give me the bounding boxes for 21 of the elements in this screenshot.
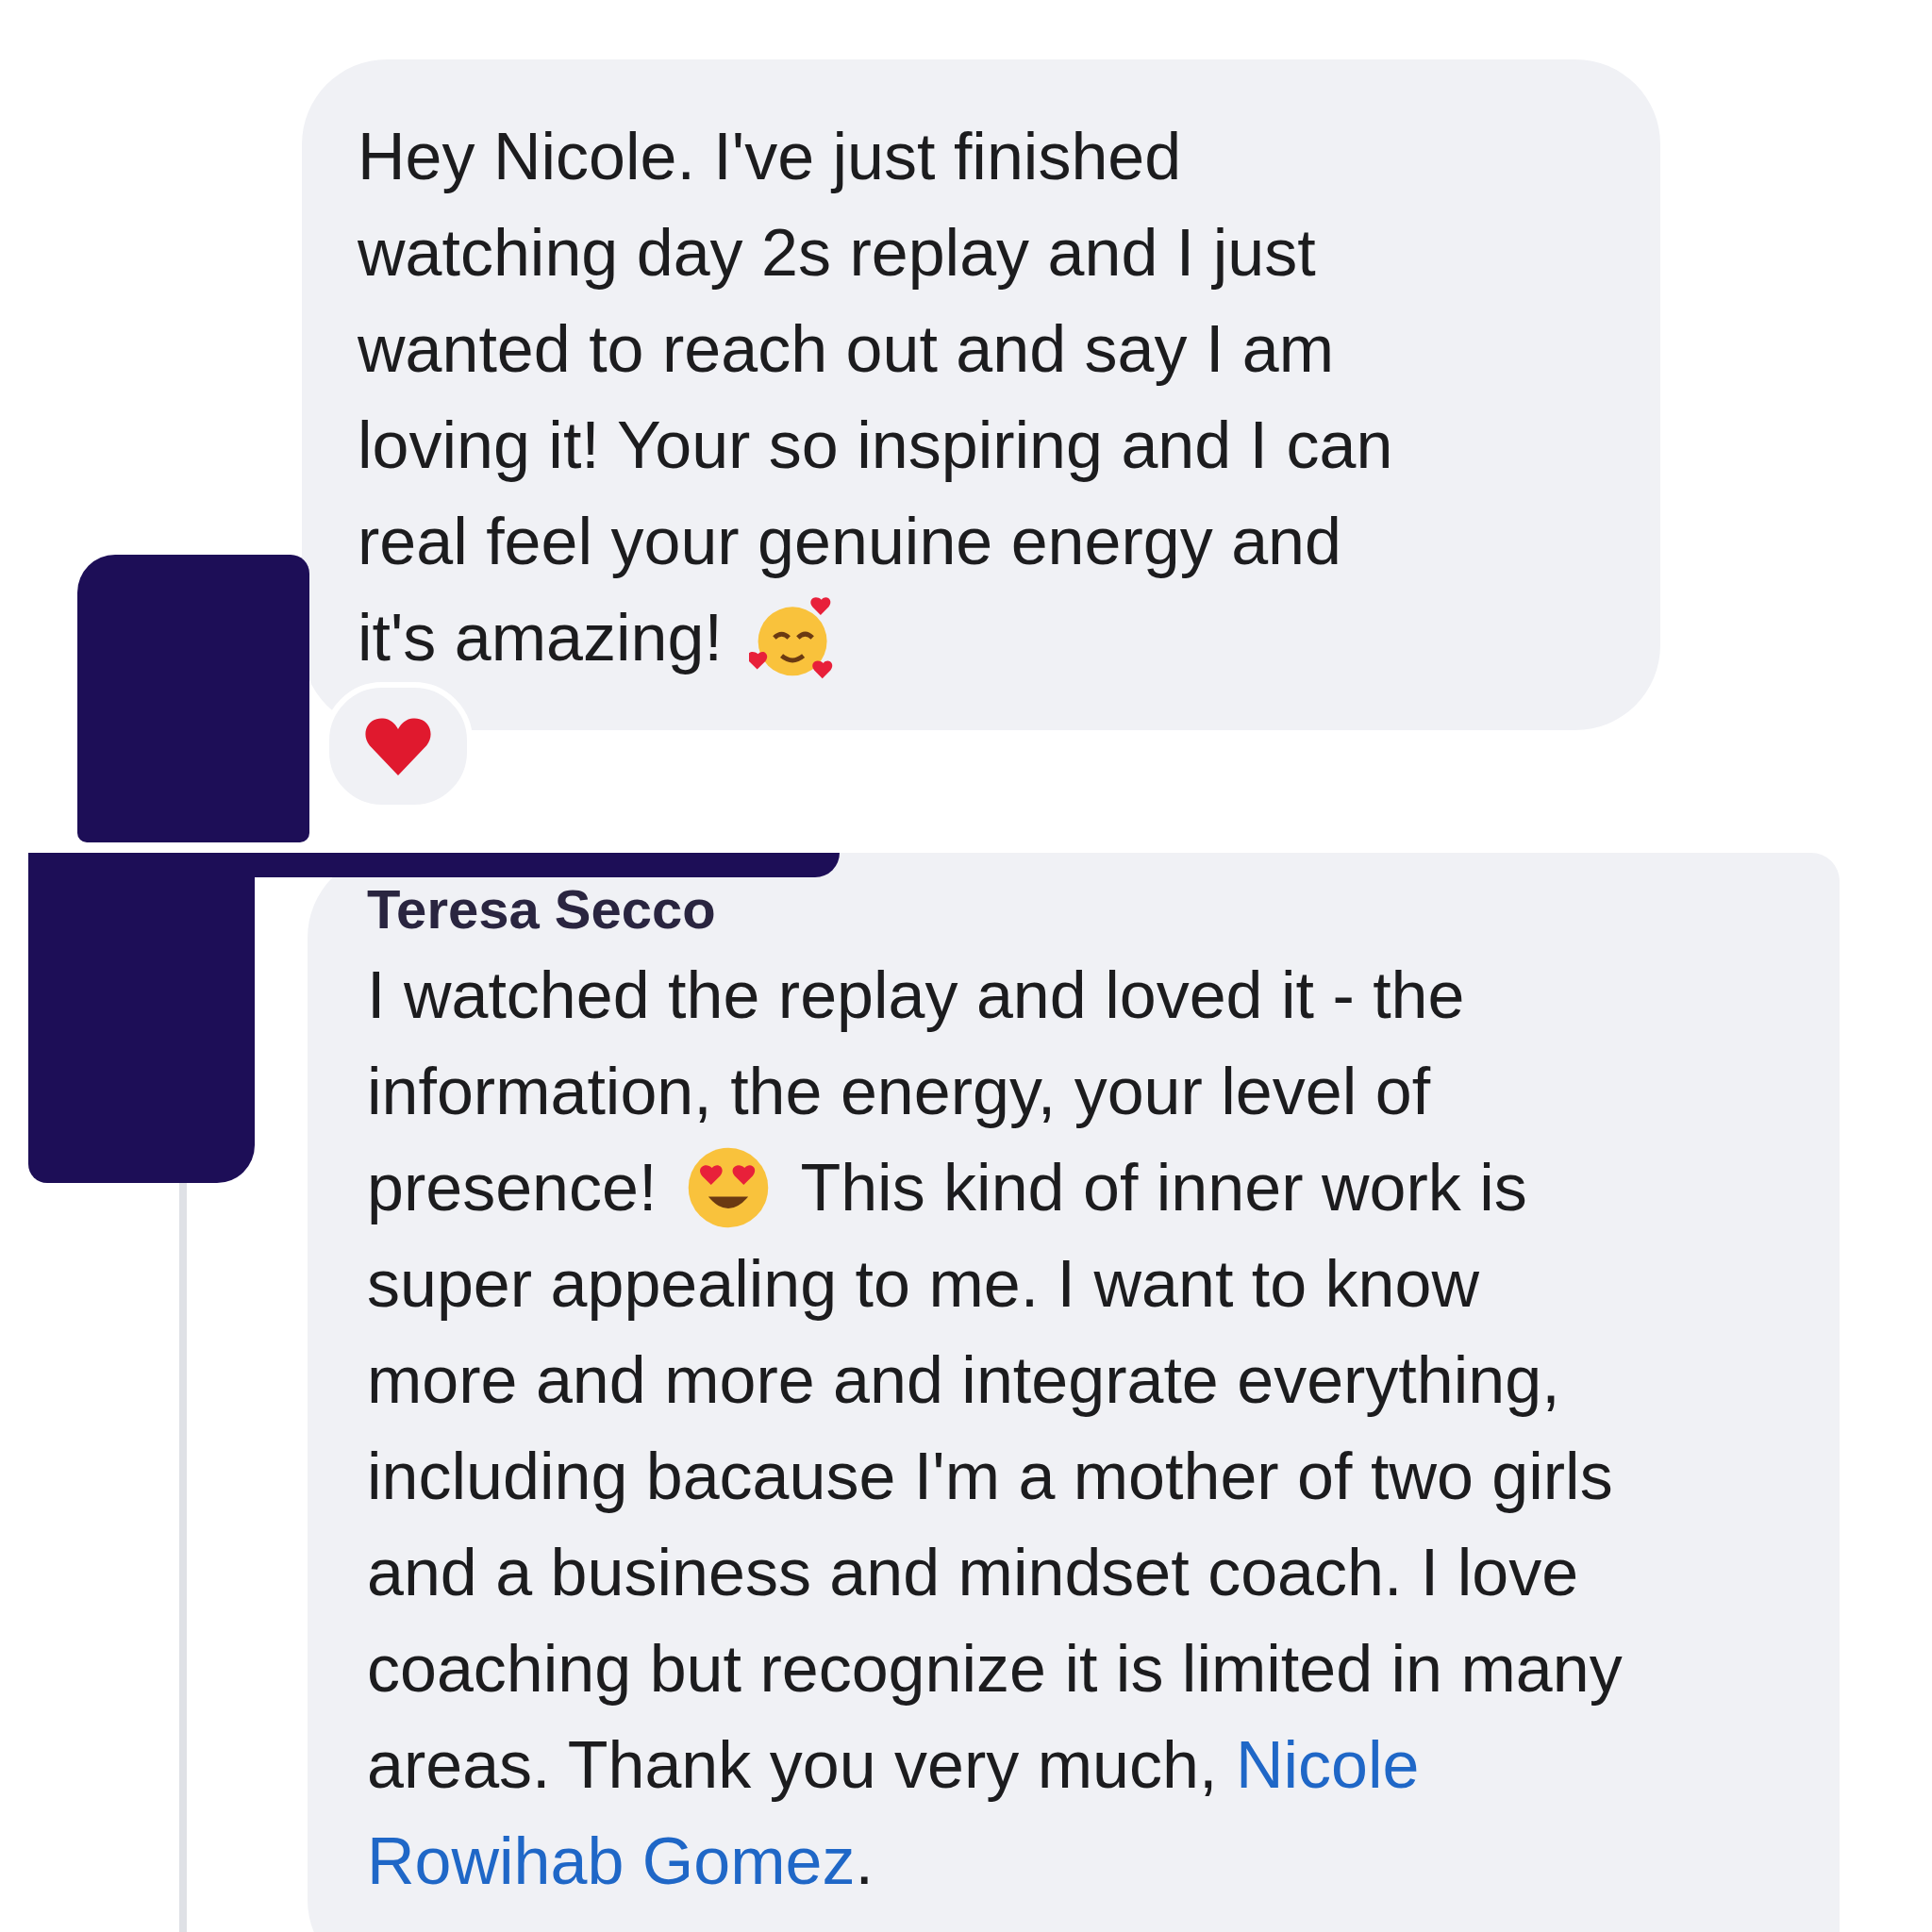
author-name: Teresa Secco (367, 877, 717, 941)
message-text: more and more and integrate everything, (367, 1342, 1560, 1419)
message-text: . (855, 1824, 874, 1900)
mention-link[interactable]: Nicole (1235, 1717, 1420, 1813)
message-text: wanted to reach out and say I am (358, 311, 1335, 388)
message-text: and a business and mindset coach. I love (367, 1535, 1579, 1611)
heart-icon (364, 715, 432, 777)
message-text: it's amazing! (358, 600, 723, 676)
message-text: coaching but recognize it is limited in many (367, 1631, 1623, 1707)
message-text: loving it! Your so inspiring and I can (358, 408, 1393, 484)
message-text: I watched the replay and loved it - the (367, 958, 1465, 1034)
mention-link[interactable]: Rowihab Gomez (367, 1813, 856, 1909)
message-text: information, the energy, your level of (367, 1054, 1431, 1130)
message-text: presence! (367, 1150, 658, 1226)
message-text: Hey Nicole. I've just finished (358, 119, 1182, 195)
message-text: areas. Thank you very much, (367, 1727, 1218, 1804)
message-text: including bacause I'm a mother of two girls (367, 1439, 1613, 1515)
message-text: super appealing to me. I want to know (367, 1246, 1480, 1323)
message-text: This kind of inner work is (800, 1150, 1527, 1226)
message-text: watching day 2s replay and I just (358, 215, 1316, 291)
message-text: real feel your genuine energy and (358, 504, 1341, 580)
